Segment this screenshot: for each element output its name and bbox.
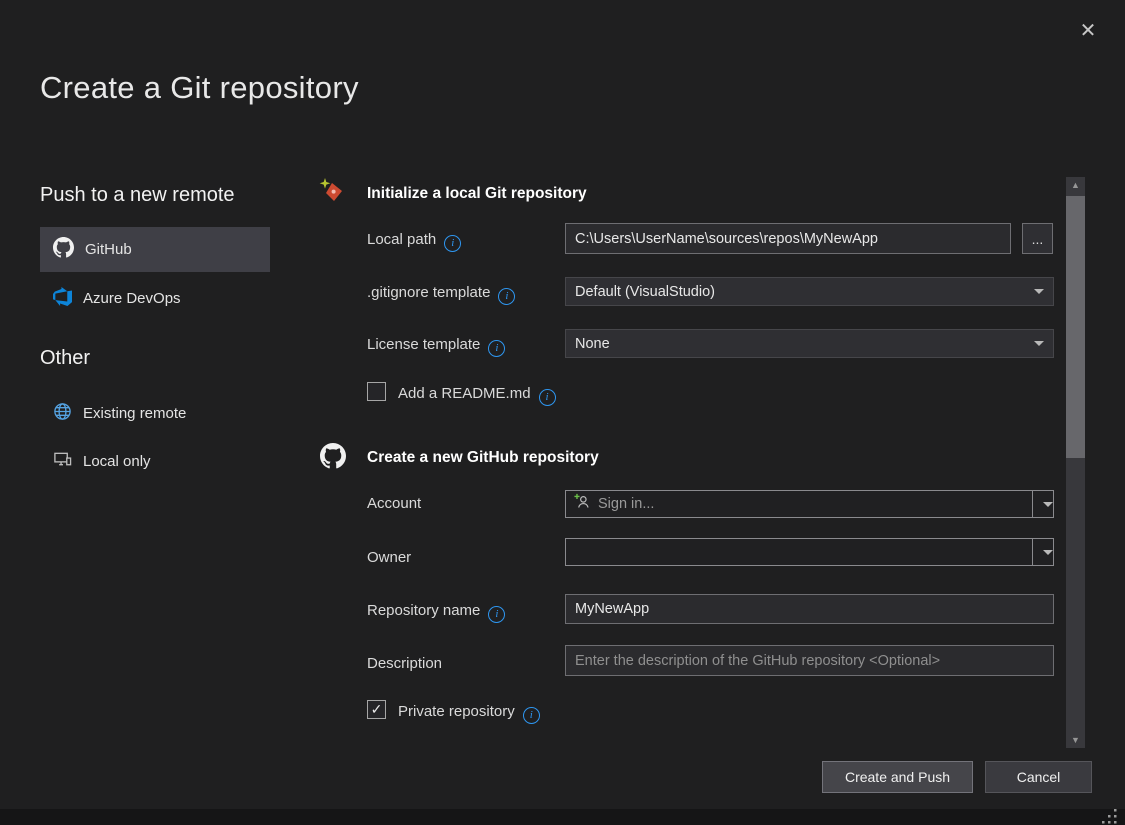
chevron-down-icon (1043, 502, 1053, 507)
local-path-label: Local path (367, 231, 436, 248)
gitignore-label-row: .gitignore template i (367, 284, 515, 305)
push-remote-heading: Push to a new remote (40, 184, 235, 207)
create-git-repository-dialog: Create a Git repository ✕ Push to a new … (0, 0, 1125, 825)
other-heading: Other (40, 347, 90, 370)
cancel-button[interactable]: Cancel (985, 761, 1092, 793)
chevron-down-icon (1043, 550, 1053, 555)
sidebar-item-existing-remote-label: Existing remote (83, 405, 186, 422)
info-icon[interactable]: i (523, 707, 540, 724)
scroll-down-icon[interactable]: ▼ (1066, 732, 1085, 748)
create-and-push-button[interactable]: Create and Push (822, 761, 973, 793)
repo-name-input[interactable] (565, 594, 1054, 624)
close-icon[interactable]: ✕ (1072, 14, 1104, 46)
add-user-icon (574, 493, 591, 515)
repo-name-label-row: Repository name i (367, 602, 505, 623)
repo-name-label: Repository name (367, 602, 480, 619)
sidebar-item-azure-devops[interactable]: Azure DevOps (40, 276, 270, 321)
account-dropdown-button[interactable] (1032, 491, 1053, 517)
sidebar-item-azure-devops-label: Azure DevOps (83, 290, 181, 307)
owner-dropdown[interactable] (565, 538, 1054, 566)
sidebar-item-github-label: GitHub (85, 241, 132, 258)
readme-checkbox[interactable] (367, 382, 386, 401)
local-path-label-row: Local path i (367, 231, 461, 252)
scrollbar-thumb[interactable] (1066, 196, 1085, 458)
private-repo-label-row: Private repository i (398, 703, 540, 724)
gitignore-dropdown[interactable]: Default (VisualStudio) (565, 277, 1054, 306)
info-icon[interactable]: i (488, 606, 505, 623)
chevron-down-icon (1034, 289, 1044, 294)
sidebar-item-local-only-label: Local only (83, 453, 151, 470)
info-icon[interactable]: i (444, 235, 461, 252)
vertical-scrollbar[interactable]: ▲ ▼ (1066, 177, 1085, 748)
github-section-icon (320, 443, 346, 474)
browse-button[interactable]: ... (1022, 223, 1053, 254)
github-icon (53, 237, 74, 262)
sidebar-item-existing-remote[interactable]: Existing remote (40, 391, 270, 436)
info-icon[interactable]: i (539, 389, 556, 406)
owner-label: Owner (367, 549, 411, 566)
info-icon[interactable]: i (488, 340, 505, 357)
new-repository-icon (318, 177, 346, 210)
license-label: License template (367, 336, 480, 353)
window-bottom-bar (0, 809, 1125, 825)
window-resize-grip[interactable] (1100, 807, 1118, 825)
license-dropdown[interactable]: None (565, 329, 1054, 358)
private-repo-label: Private repository (398, 703, 515, 720)
account-value: Sign in... (598, 496, 654, 512)
description-label: Description (367, 655, 442, 672)
scroll-up-icon[interactable]: ▲ (1066, 177, 1085, 193)
license-value: None (575, 336, 610, 352)
sidebar-item-local-only[interactable]: Local only (40, 439, 270, 484)
chevron-down-icon (1034, 341, 1044, 346)
globe-icon (53, 402, 72, 425)
sidebar-item-github[interactable]: GitHub (40, 227, 270, 272)
init-section-heading: Initialize a local Git repository (367, 185, 587, 203)
computer-icon (53, 450, 72, 473)
license-label-row: License template i (367, 336, 505, 357)
dialog-title: Create a Git repository (40, 70, 359, 106)
readme-label: Add a README.md (398, 385, 531, 402)
github-section-heading: Create a new GitHub repository (367, 449, 599, 467)
owner-dropdown-button[interactable] (1032, 539, 1053, 565)
description-input[interactable] (565, 645, 1054, 676)
readme-label-row: Add a README.md i (398, 385, 556, 406)
private-repo-checkbox[interactable]: ✓ (367, 700, 386, 719)
account-label: Account (367, 495, 421, 512)
local-path-input[interactable] (565, 223, 1011, 254)
azure-devops-icon (53, 287, 72, 310)
account-dropdown[interactable]: Sign in... (565, 490, 1054, 518)
info-icon[interactable]: i (498, 288, 515, 305)
gitignore-label: .gitignore template (367, 284, 490, 301)
gitignore-value: Default (VisualStudio) (575, 284, 715, 300)
